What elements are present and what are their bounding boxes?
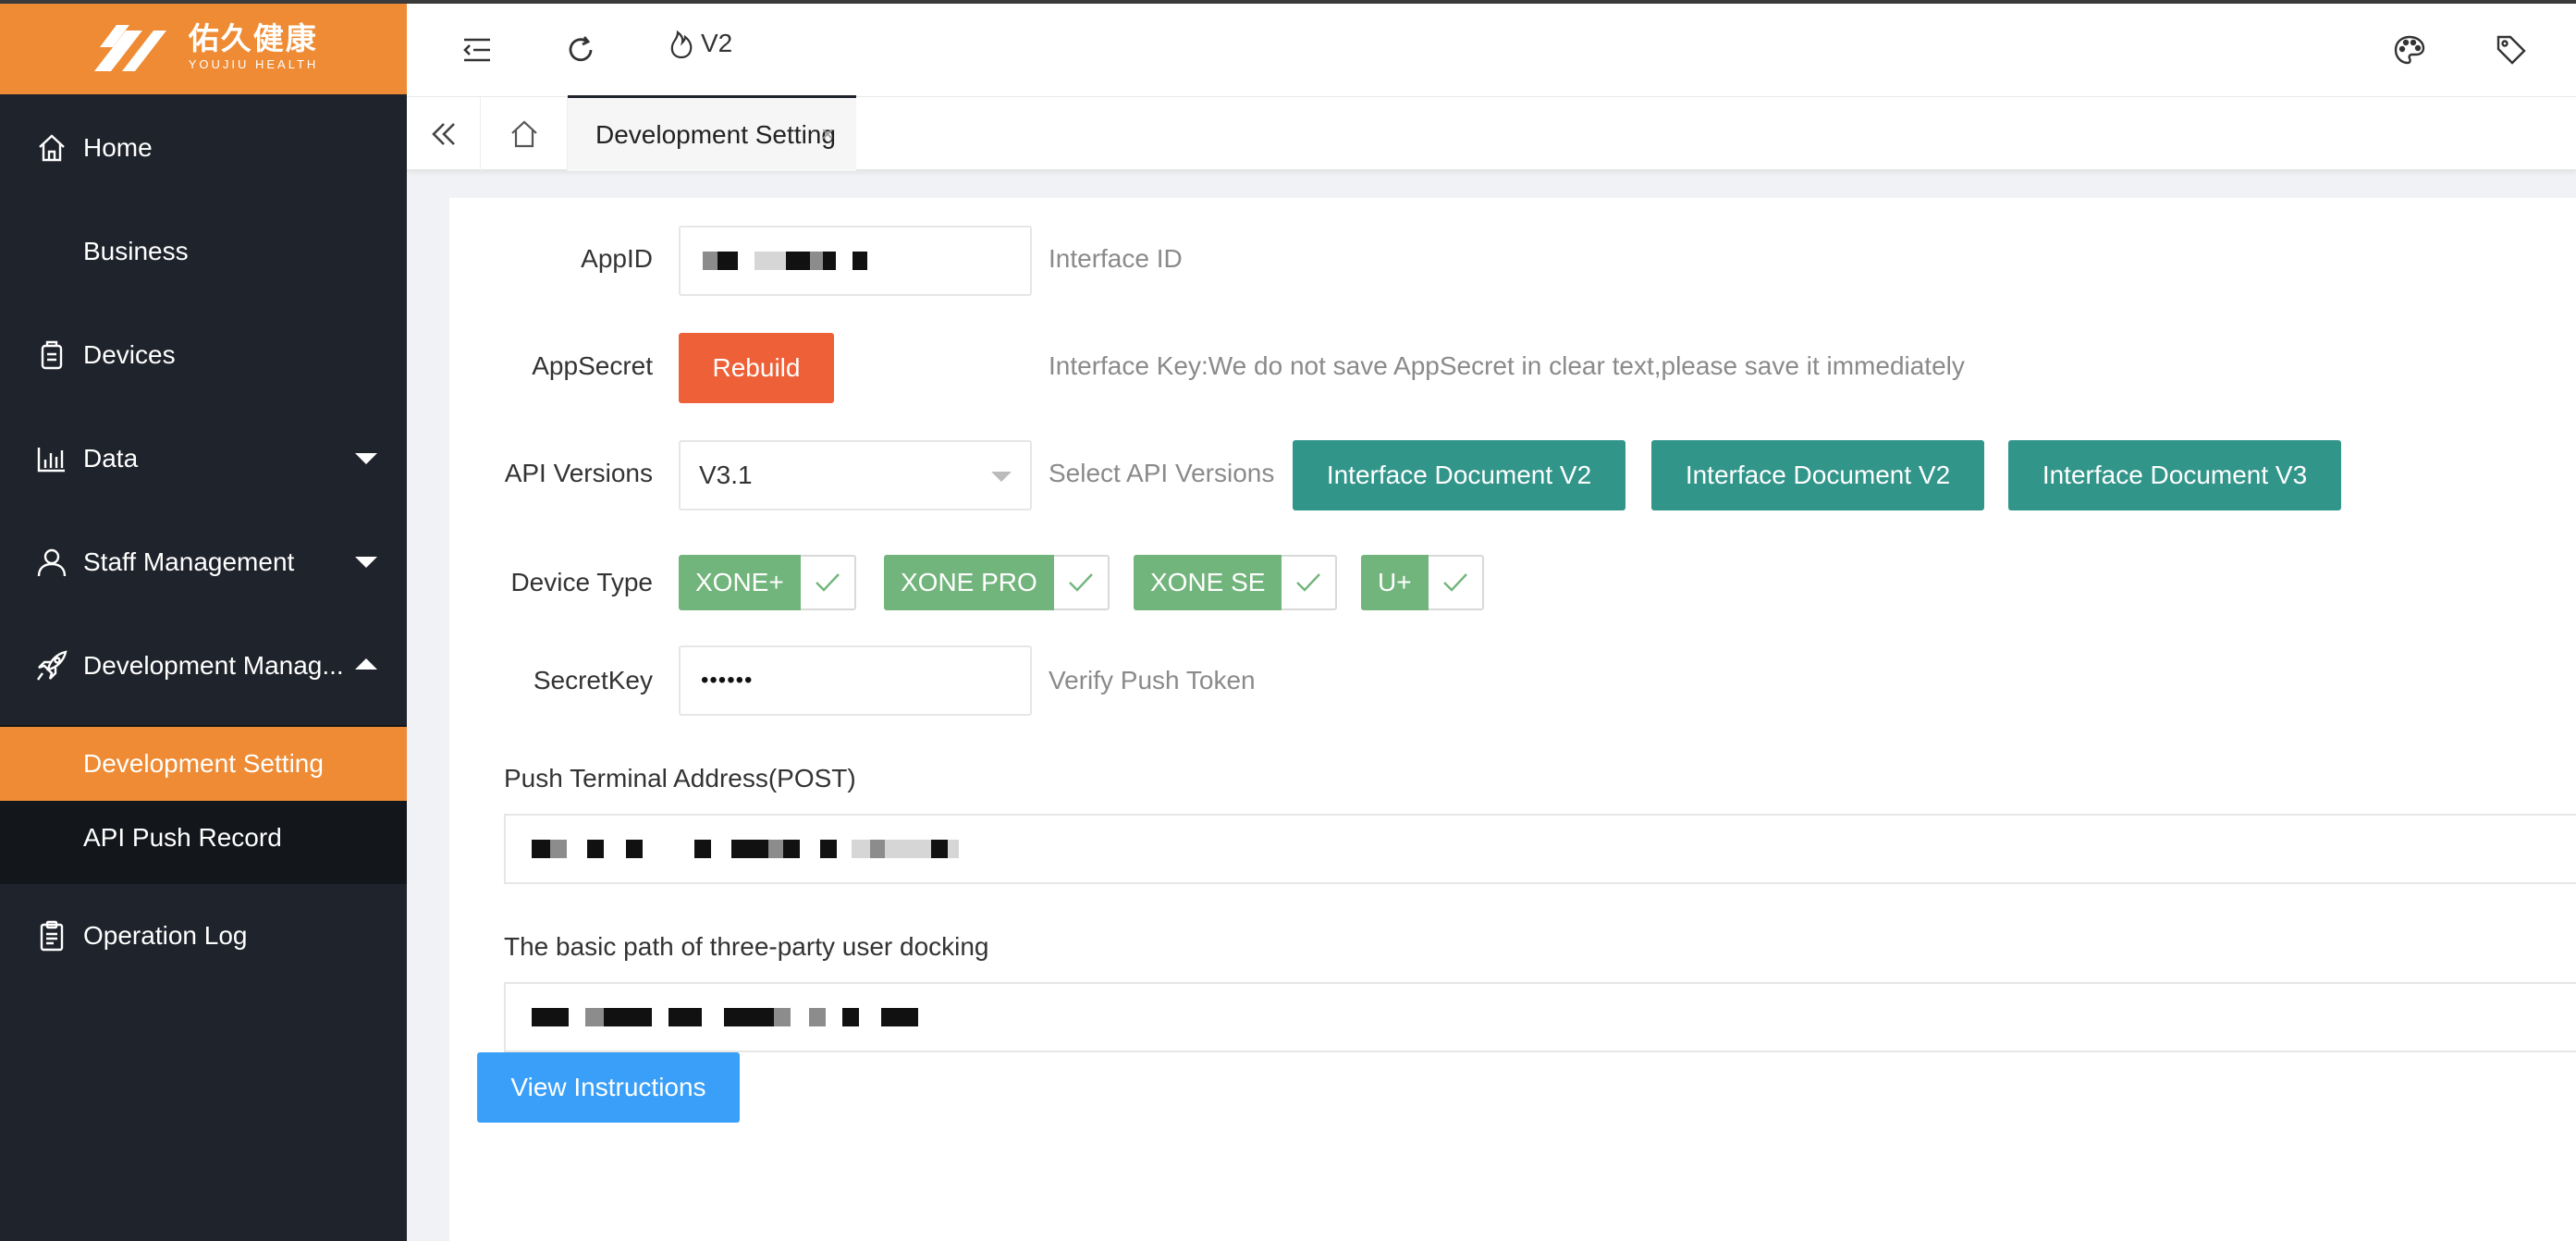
appid-hint: Interface ID: [1049, 244, 1183, 273]
rebuild-button[interactable]: Rebuild: [679, 333, 834, 403]
redacted-appid: [703, 252, 867, 270]
sidebar-item-devices[interactable]: Devices: [0, 318, 407, 392]
api-version-select[interactable]: V3.1: [679, 440, 1032, 510]
sidebar-item-label: Business: [83, 237, 189, 265]
sidebar-item-label: Operation Log: [83, 921, 248, 950]
chevron-down-icon: [355, 557, 377, 568]
close-icon[interactable]: ×: [821, 122, 834, 148]
home-icon: [35, 131, 68, 165]
clipboard-icon: [35, 919, 68, 952]
tab-bar: Development Setting ×: [407, 95, 2576, 171]
sidebar-item-label: Development Setting: [83, 749, 324, 778]
tab-home[interactable]: [481, 97, 568, 171]
brand-mark-icon: [93, 25, 166, 71]
check-icon: [1282, 555, 1338, 610]
checkbox-label: XONE SE: [1134, 555, 1282, 610]
brand-name-en: YOUJIU HEALTH: [188, 57, 319, 71]
sidebar-item-label: Staff Management: [83, 547, 295, 576]
check-icon: [1428, 555, 1484, 610]
devices-icon: [35, 338, 68, 372]
chevron-down-icon: [355, 453, 377, 464]
basic-path-input[interactable]: [504, 982, 2576, 1052]
push-address-input[interactable]: [504, 814, 2576, 884]
chevron-up-icon: [355, 658, 377, 670]
sidebar-item-home[interactable]: Home: [0, 111, 407, 185]
appid-field[interactable]: [679, 226, 1032, 296]
device-checkbox-xone-se[interactable]: XONE SE: [1134, 555, 1338, 610]
interface-document-v2-button-2[interactable]: Interface Document V2: [1651, 440, 1984, 510]
bar-chart-icon: [35, 442, 68, 475]
secretkey-label: SecretKey: [533, 666, 653, 694]
sidebar-item-label: Data: [83, 444, 139, 473]
sidebar-item-data[interactable]: Data: [0, 422, 407, 496]
device-checkbox-u-plus[interactable]: U+: [1361, 555, 1484, 610]
top-header: V2: [407, 0, 2576, 96]
secretkey-value: ••••••: [701, 668, 754, 693]
basic-path-label: The basic path of three-party user docki…: [504, 932, 989, 961]
sidebar-subitem-api-push-record[interactable]: API Push Record: [0, 801, 407, 875]
api-versions-label: API Versions: [504, 459, 653, 487]
refresh-icon[interactable]: [562, 31, 599, 68]
development-submenu: Development Setting API Push Record: [0, 725, 407, 884]
tag-icon[interactable]: [2493, 31, 2530, 68]
sidebar-item-operation-log[interactable]: Operation Log: [0, 899, 407, 973]
sidebar-item-development-management[interactable]: Development Manag...: [0, 629, 407, 703]
tab-label: Development Setting: [595, 119, 836, 149]
sidebar-item-label: Home: [83, 133, 153, 162]
window-top-border: [0, 0, 2576, 4]
checkbox-label: XONE PRO: [884, 555, 1054, 610]
device-checkbox-xone-pro[interactable]: XONE PRO: [884, 555, 1110, 610]
sidebar-item-label: Development Manag...: [83, 651, 344, 680]
push-address-label: Push Terminal Address(POST): [504, 764, 856, 793]
secretkey-hint: Verify Push Token: [1049, 666, 1256, 694]
checkbox-label: XONE+: [679, 555, 801, 610]
interface-document-v2-button[interactable]: Interface Document V2: [1293, 440, 1625, 510]
api-versions-hint: Select API Versions: [1049, 459, 1275, 487]
view-instructions-button[interactable]: View Instructions: [477, 1052, 740, 1123]
secretkey-input[interactable]: ••••••: [679, 645, 1032, 716]
version-label: V2: [701, 29, 733, 57]
appsecret-label: AppSecret: [532, 351, 653, 380]
sidebar-item-label: API Push Record: [83, 823, 282, 852]
brand-logo[interactable]: 佑久健康 YOUJIU HEALTH: [0, 0, 407, 94]
menu-fold-icon[interactable]: [459, 31, 496, 68]
flame-icon: [670, 30, 693, 59]
redacted-basic-path: [532, 1008, 918, 1026]
tab-development-setting[interactable]: Development Setting ×: [568, 95, 856, 171]
sidebar-item-staff-management[interactable]: Staff Management: [0, 525, 407, 599]
brand-name-cn: 佑久健康: [188, 20, 318, 56]
sidebar-subitem-development-setting[interactable]: Development Setting: [0, 727, 407, 801]
check-icon: [800, 555, 856, 610]
check-icon: [1053, 555, 1110, 610]
redacted-push-address: [532, 840, 959, 858]
appid-label: AppID: [581, 244, 653, 273]
user-icon: [35, 546, 68, 579]
checkbox-label: U+: [1361, 555, 1429, 610]
palette-icon[interactable]: [2391, 31, 2428, 68]
device-type-label: Device Type: [510, 568, 653, 596]
sidebar: 佑久健康 YOUJIU HEALTH Home Business Devices…: [0, 0, 407, 1241]
chevron-down-icon: [991, 472, 1012, 482]
sidebar-item-label: Devices: [83, 340, 176, 369]
api-version-value: V3.1: [699, 461, 753, 489]
interface-document-v3-button[interactable]: Interface Document V3: [2008, 440, 2341, 510]
appsecret-hint: Interface Key:We do not save AppSecret i…: [1049, 351, 1965, 380]
version-switch[interactable]: V2: [668, 28, 732, 59]
home-icon: [510, 120, 537, 148]
rocket-icon: [35, 649, 68, 682]
collapse-tabs-button[interactable]: [407, 97, 481, 171]
device-checkbox-xone-plus[interactable]: XONE+: [679, 555, 856, 610]
double-chevron-left-icon: [431, 123, 455, 145]
sidebar-item-business[interactable]: Business: [0, 215, 407, 289]
